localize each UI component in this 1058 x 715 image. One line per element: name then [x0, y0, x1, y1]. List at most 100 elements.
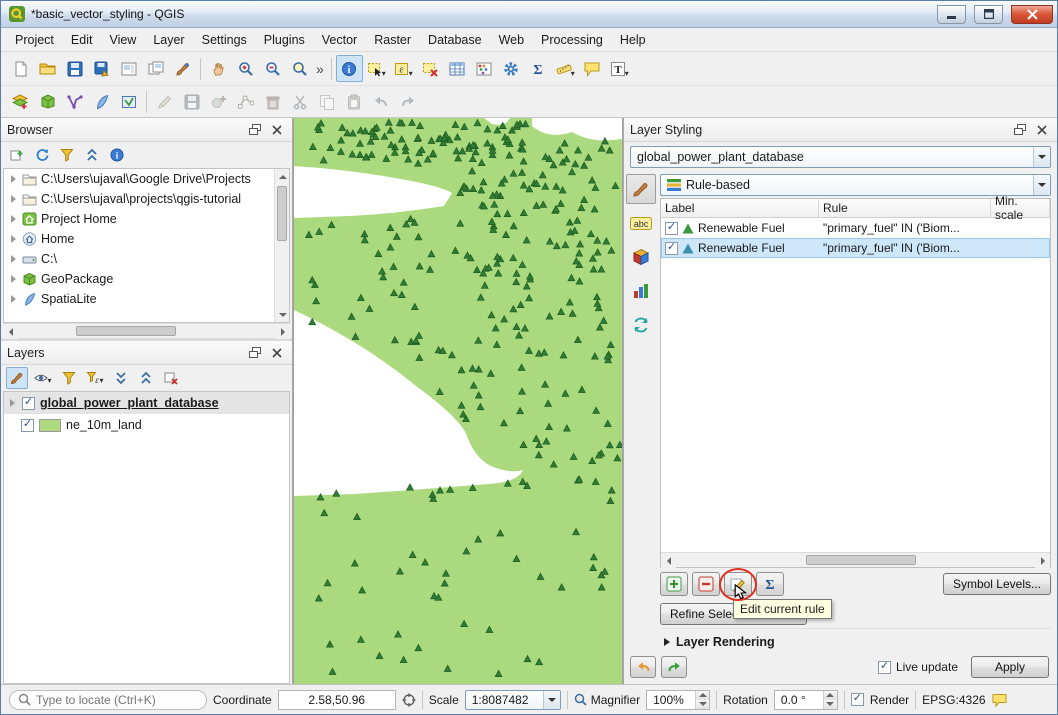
browser-float-button[interactable] [246, 122, 264, 138]
symbol-levels-button[interactable]: Symbol Levels... [943, 573, 1051, 595]
menu-processing[interactable]: Processing [533, 30, 611, 50]
add-rule-button[interactable] [660, 572, 688, 596]
styling-panel-header[interactable]: Layer Styling [624, 118, 1057, 142]
toolbar-overflow-button[interactable]: » [313, 61, 327, 77]
zoom-in-button[interactable] [232, 55, 259, 82]
browser-item-c-drive[interactable]: C:\ [4, 249, 274, 269]
layers-close-button[interactable] [268, 345, 286, 361]
style-manager-button[interactable] [169, 55, 196, 82]
select-by-expression-button[interactable]: ε▾ [390, 55, 417, 82]
browser-vertical-scrollbar[interactable] [274, 169, 289, 322]
measure-button[interactable]: ▾ [552, 55, 579, 82]
combo-arrow[interactable] [1033, 147, 1050, 167]
browser-item-project-home[interactable]: Project Home [4, 209, 274, 229]
save-project-as-button[interactable] [88, 55, 115, 82]
rotation-spinbox[interactable]: 0.0 ° [774, 690, 838, 710]
filter-legend-button[interactable] [58, 367, 80, 389]
scroll-right-button[interactable] [275, 324, 290, 339]
rule-row-1[interactable]: ✓ Renewable Fuel "primary_fuel" IN ('Bio… [661, 218, 1050, 238]
scroll-left-button[interactable] [3, 324, 18, 339]
remove-layer-button[interactable] [160, 367, 182, 389]
tab-symbology[interactable] [626, 174, 656, 204]
style-undo-button[interactable] [630, 656, 656, 678]
delete-selected-button[interactable] [259, 88, 286, 115]
menu-web[interactable]: Web [491, 30, 532, 50]
browser-horizontal-scrollbar[interactable] [3, 323, 290, 338]
save-edits-button[interactable] [178, 88, 205, 115]
new-geopackage-layer-button[interactable] [34, 88, 61, 115]
layers-float-button[interactable] [246, 345, 264, 361]
browser-refresh-button[interactable] [31, 144, 53, 166]
rules-table[interactable]: Label Rule Min. scale ✓ Renewable Fuel "… [660, 198, 1051, 568]
menu-layer[interactable]: Layer [145, 30, 192, 50]
coordinate-capture-icon[interactable] [402, 693, 416, 707]
expander-icon[interactable] [10, 399, 15, 407]
undo-button[interactable] [367, 88, 394, 115]
deselect-features-button[interactable] [417, 55, 444, 82]
cut-features-button[interactable] [286, 88, 313, 115]
coordinate-value[interactable]: 2.58,50.96 [278, 690, 396, 710]
new-virtual-layer-button[interactable] [115, 88, 142, 115]
browser-item-projects-folder[interactable]: C:\Users\ujaval\projects\qgis-tutorial [4, 189, 274, 209]
layer-visibility-checkbox[interactable]: ✓ [22, 397, 35, 410]
expander-icon[interactable] [11, 195, 16, 203]
section-expander-icon[interactable] [664, 638, 670, 646]
tab-3d-view[interactable] [626, 242, 656, 272]
expander-icon[interactable] [11, 215, 16, 223]
menu-help[interactable]: Help [612, 30, 654, 50]
menu-raster[interactable]: Raster [366, 30, 419, 50]
column-header-min-scale[interactable]: Min. scale [991, 199, 1050, 217]
rule-row-2[interactable]: ✓ Renewable Fuel "primary_fuel" IN ('Bio… [661, 238, 1050, 258]
tab-history[interactable] [626, 310, 656, 340]
combo-arrow[interactable] [1033, 175, 1050, 195]
save-project-button[interactable] [61, 55, 88, 82]
browser-properties-button[interactable]: i [106, 144, 128, 166]
zoom-full-button[interactable] [286, 55, 313, 82]
tab-labels[interactable]: abc [626, 208, 656, 238]
browser-close-button[interactable] [268, 122, 286, 138]
styling-float-button[interactable] [1011, 122, 1029, 138]
expander-icon[interactable] [11, 175, 16, 183]
data-source-manager-button[interactable] [7, 88, 34, 115]
count-features-button[interactable]: Σ [756, 572, 784, 596]
redo-button[interactable] [394, 88, 421, 115]
layer-visibility-checkbox[interactable]: ✓ [21, 419, 34, 432]
expand-all-button[interactable] [110, 367, 132, 389]
menu-vector[interactable]: Vector [314, 30, 365, 50]
maximize-button[interactable] [974, 5, 1003, 24]
browser-panel-header[interactable]: Browser [1, 118, 292, 142]
pan-map-button[interactable] [205, 55, 232, 82]
open-layer-styling-button[interactable] [6, 367, 28, 389]
browser-add-layer-button[interactable] [6, 144, 28, 166]
browser-item-home[interactable]: Home [4, 229, 274, 249]
apply-button[interactable]: Apply [971, 656, 1049, 678]
select-features-button[interactable]: ▾ [363, 55, 390, 82]
style-redo-button[interactable] [661, 656, 687, 678]
magnifier-spinbox[interactable]: 100% [646, 690, 710, 710]
browser-item-spatialite[interactable]: SpatiaLite [4, 289, 274, 309]
styling-close-button[interactable] [1033, 122, 1051, 138]
menu-edit[interactable]: Edit [63, 30, 101, 50]
spin-arrows[interactable] [695, 691, 709, 709]
rule-checkbox[interactable]: ✓ [665, 222, 678, 235]
layers-panel-header[interactable]: Layers [1, 341, 292, 365]
browser-item-geopackage[interactable]: GeoPackage [4, 269, 274, 289]
scale-combo[interactable]: 1:8087482 [465, 690, 561, 710]
vertex-tool-button[interactable] [232, 88, 259, 115]
layer-row-power-plants[interactable]: ✓ global_power_plant_database [4, 392, 289, 414]
text-annotation-button[interactable]: T▾ [606, 55, 633, 82]
scroll-down-button[interactable] [275, 307, 290, 322]
paste-features-button[interactable] [340, 88, 367, 115]
epsg-label[interactable]: EPSG:4326 [922, 693, 985, 707]
rule-checkbox[interactable]: ✓ [665, 242, 678, 255]
new-print-layout-button[interactable] [115, 55, 142, 82]
expander-icon[interactable] [11, 255, 16, 263]
statistical-summary-button[interactable] [471, 55, 498, 82]
combo-arrow[interactable] [543, 691, 560, 709]
map-canvas[interactable] [293, 118, 623, 684]
tab-diagrams[interactable] [626, 276, 656, 306]
browser-tree[interactable]: C:\Users\ujaval\Google Drive\Projects C:… [3, 168, 290, 323]
zoom-out-button[interactable] [259, 55, 286, 82]
processing-toolbox-button[interactable] [498, 55, 525, 82]
minimize-button[interactable] [937, 5, 966, 24]
